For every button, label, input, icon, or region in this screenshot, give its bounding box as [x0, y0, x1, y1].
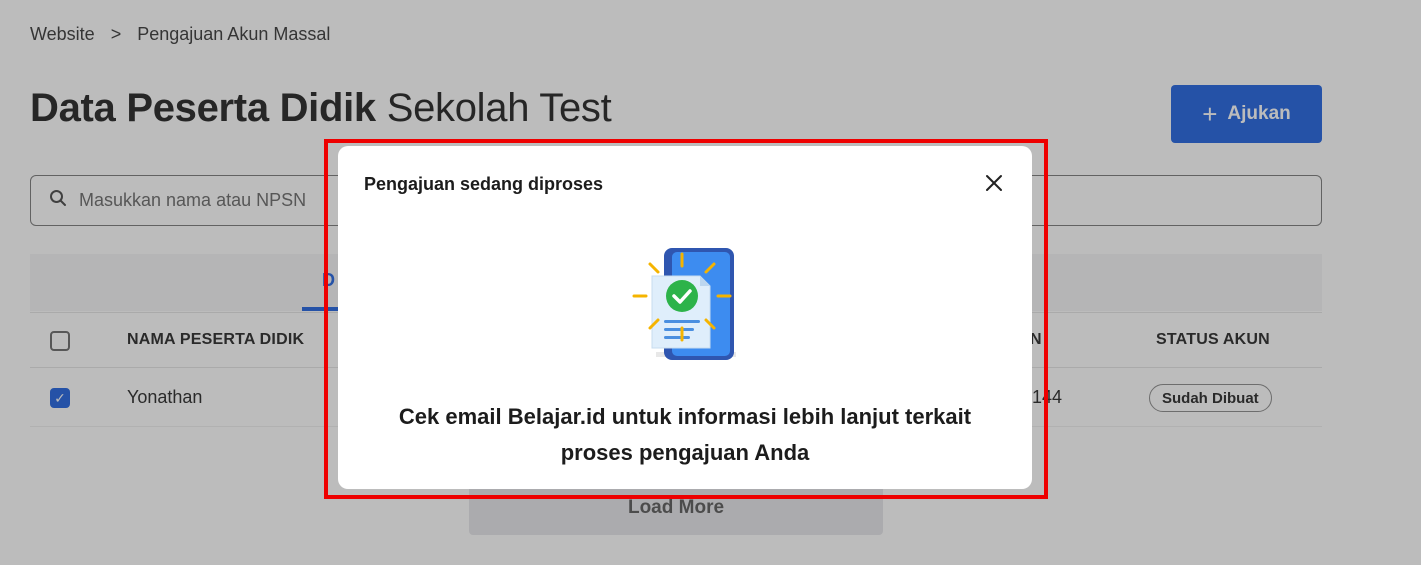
close-icon[interactable]	[979, 168, 1009, 198]
document-check-icon	[628, 244, 742, 366]
processing-dialog: Pengajuan sedang diproses Cek email Bela…	[338, 146, 1032, 489]
dialog-title: Pengajuan sedang diproses	[364, 174, 604, 194]
dialog-message: Cek email Belajar.id untuk informasi leb…	[398, 404, 972, 465]
